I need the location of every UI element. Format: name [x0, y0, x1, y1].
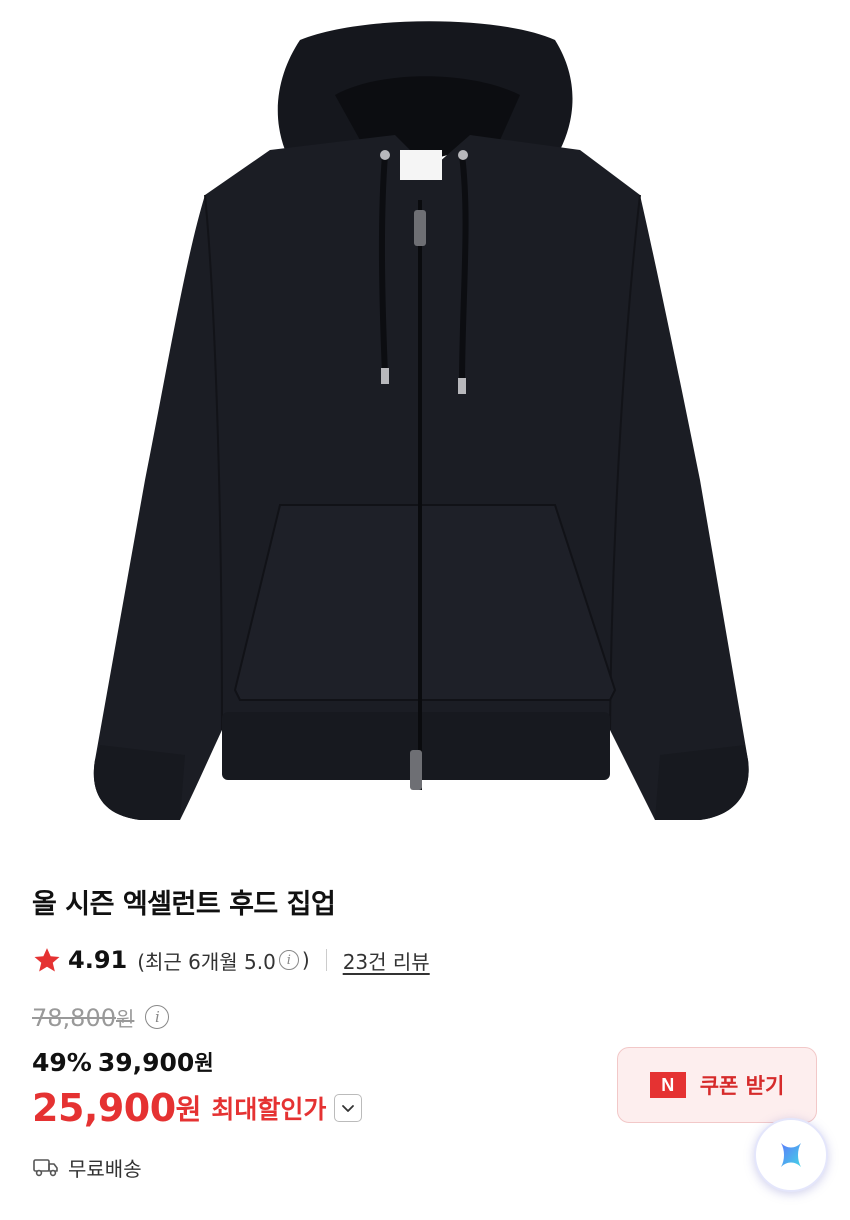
info-icon[interactable]: i [278, 950, 299, 970]
coupon-label: 쿠폰 받기 [699, 1074, 785, 1098]
rating-row: 4.91 (최근 6개월 5.0 i ) 23건 리뷰 [32, 942, 430, 978]
star-icon [34, 948, 60, 972]
recent-rating-close: ) [301, 948, 310, 972]
shipping-row: 무료배송 [32, 1150, 142, 1184]
truck-icon [33, 1159, 58, 1177]
max-discount-label: 최대할인가 [211, 1095, 327, 1124]
original-price-currency: 원 [115, 1006, 135, 1031]
review-count-link[interactable]: 23건 리뷰 [343, 946, 430, 975]
original-price-row: 78,800원 i [32, 1000, 172, 1034]
product-image[interactable] [0, 0, 850, 850]
product-title: 올 시즌 엑셀런트 후드 집업 [32, 889, 336, 920]
discount-price: 39,900 [97, 1047, 195, 1077]
original-price-value: 78,800 [32, 1003, 116, 1032]
final-price-currency: 원 [175, 1093, 202, 1126]
final-price: 25,900 [32, 1086, 176, 1130]
get-coupon-button[interactable]: N 쿠폰 받기 [617, 1047, 817, 1123]
naver-logo: N [649, 1072, 686, 1098]
ai-assistant-button[interactable] [754, 1118, 828, 1192]
recent-rating: (최근 6개월 5.0 i ) [137, 946, 309, 975]
expand-discount-button[interactable] [334, 1094, 363, 1122]
chevron-down-icon [342, 1105, 355, 1112]
rating-score: 4.91 [68, 946, 128, 974]
discount-price-row: 49% 39,900 원 [32, 1044, 214, 1080]
sparkle-icon [781, 1143, 801, 1167]
recent-rating-text: (최근 6개월 5.0 [137, 949, 276, 974]
discount-price-currency: 원 [194, 1051, 214, 1075]
shipping-label: 무료배송 [68, 1156, 142, 1181]
discount-percent: 49% [32, 1047, 92, 1077]
divider [325, 949, 327, 971]
final-price-row: 25,900 원 최대할인가 [32, 1084, 363, 1132]
hoodie-illustration [93, 21, 749, 820]
original-price: 78,800원 [32, 1003, 134, 1032]
price-info-icon[interactable]: i [145, 1005, 170, 1029]
